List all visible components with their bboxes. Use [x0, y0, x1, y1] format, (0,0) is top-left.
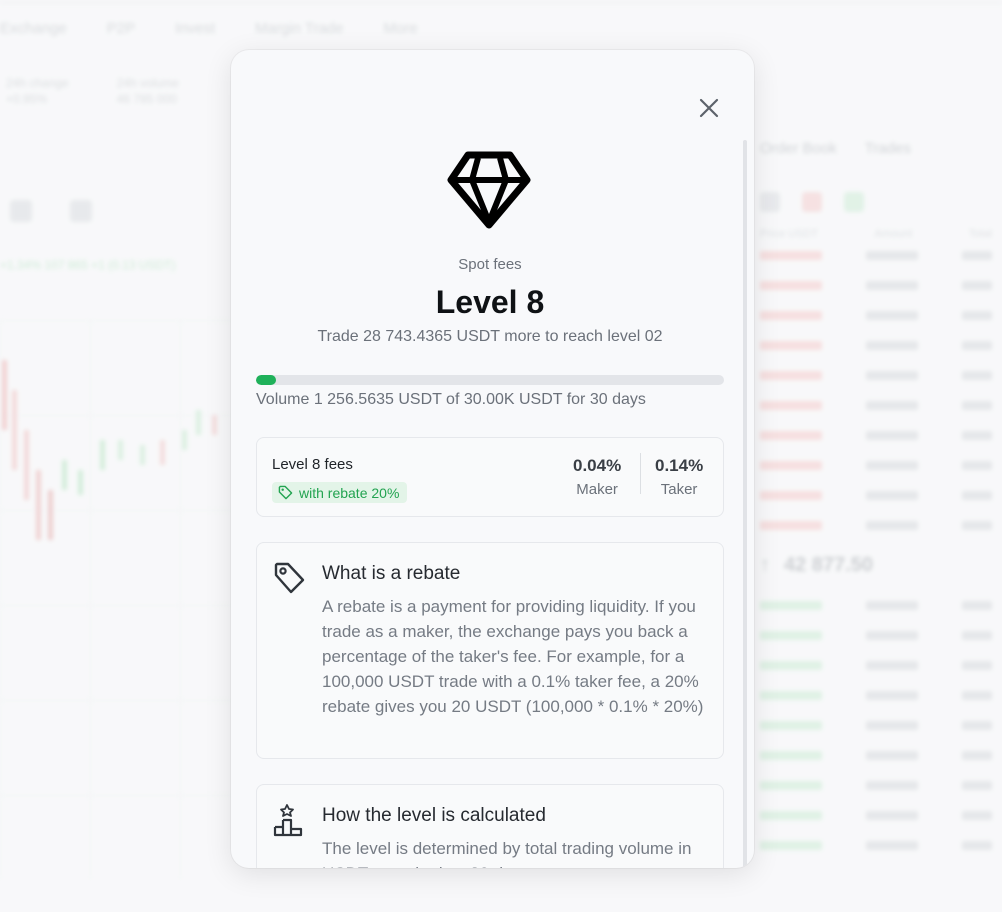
level-info-card: How the level is calculated The level is…: [256, 784, 724, 868]
rebate-info-body: A rebate is a payment for providing liqu…: [322, 597, 704, 716]
modal-scrollbar[interactable]: [743, 140, 747, 868]
volume-progress-bar: [256, 375, 724, 385]
taker-fee-label: Taker: [660, 481, 698, 498]
maker-fee-label: Maker: [576, 481, 618, 498]
next-level-hint: Trade 28 743.4365 USDT more to reach lev…: [317, 328, 663, 345]
taker-fee: 0.14% Taker: [655, 456, 703, 498]
tag-icon: [274, 562, 305, 594]
modal-subtitle: Spot fees: [458, 256, 522, 273]
gem-icon: [447, 151, 531, 229]
maker-fee-value: 0.04%: [573, 456, 622, 475]
rebate-info-title: What is a rebate: [322, 563, 461, 584]
level-info-title: How the level is calculated: [322, 805, 546, 826]
close-button[interactable]: [695, 94, 723, 122]
level-title: Level 8: [435, 284, 545, 320]
podium-icon: [273, 804, 303, 837]
fees-card: Level 8 fees with rebate 20% 0.04% Maker…: [256, 437, 724, 517]
maker-fee: 0.04% Maker: [573, 456, 621, 498]
rebate-badge: with rebate 20%: [272, 482, 408, 503]
volume-text: Volume 1 256.5635 USDT of 30.00K USDT fo…: [256, 391, 646, 408]
fee-divider: [640, 453, 641, 494]
level-info-body: The level is determined by total trading…: [322, 839, 692, 868]
rebate-text: with rebate 20%: [299, 484, 400, 501]
fees-label: Level 8 fees: [272, 456, 353, 473]
rebate-info-card: What is a rebate A rebate is a payment f…: [256, 542, 724, 759]
progress-fill: [256, 375, 276, 385]
close-icon: [699, 98, 719, 118]
spot-fees-modal: Spot fees Level 8 Trade 28 743.4365 USDT…: [231, 50, 754, 868]
tag-icon: [278, 485, 293, 500]
taker-fee-value: 0.14%: [655, 456, 704, 475]
